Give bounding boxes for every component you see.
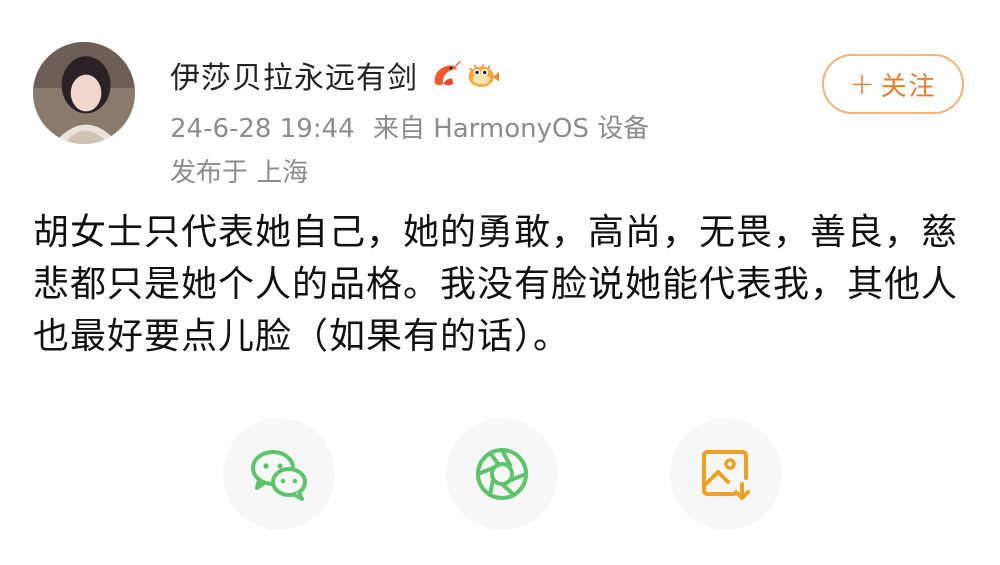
share-moments-button[interactable] bbox=[446, 418, 558, 530]
follow-button[interactable]: + 关注 bbox=[822, 54, 964, 114]
username[interactable]: 伊莎贝拉永远有剑 bbox=[170, 53, 418, 97]
share-wechat-button[interactable] bbox=[223, 418, 335, 530]
follow-button-label: 关注 bbox=[880, 71, 937, 102]
plus-icon: + bbox=[849, 66, 877, 102]
save-image-button[interactable] bbox=[670, 418, 782, 530]
username-row: 伊莎贝拉永远有剑 bbox=[170, 52, 500, 98]
post-timestamp: 24-6-28 19:44 bbox=[170, 114, 355, 144]
post-source[interactable]: 来自 HarmonyOS 设备 bbox=[373, 114, 649, 144]
avatar[interactable] bbox=[33, 42, 135, 144]
pufferfish-badge-icon[interactable] bbox=[466, 58, 500, 92]
save-image-icon bbox=[702, 450, 750, 500]
post-meta: 24-6-28 19:44 来自 HarmonyOS 设备 bbox=[170, 108, 649, 145]
shrimp-badge-icon[interactable] bbox=[428, 58, 462, 92]
avatar-image bbox=[33, 42, 135, 144]
moments-icon bbox=[476, 448, 528, 500]
post-location: 发布于 上海 bbox=[170, 158, 309, 188]
wechat-icon bbox=[251, 450, 307, 501]
post-body: 胡女士只代表她自己，她的勇敢，高尚，无畏，善良，慈悲都只是她个人的品格。我没有脸… bbox=[33, 212, 959, 357]
